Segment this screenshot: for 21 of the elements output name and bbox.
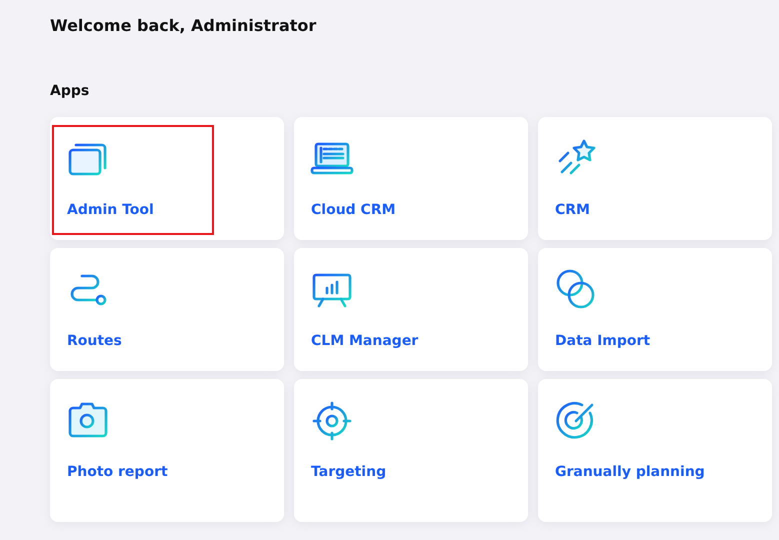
app-card[interactable]: Granually planning	[538, 379, 772, 522]
app-name: Granually planning	[555, 464, 705, 480]
app-name: Targeting	[311, 464, 386, 480]
app-card[interactable]: Routes	[50, 248, 284, 371]
app-name: CLM Manager	[311, 333, 418, 349]
app-card[interactable]: CRM	[538, 117, 772, 240]
app-name: CRM	[555, 202, 590, 218]
app-name: Cloud CRM	[311, 202, 396, 218]
app-card[interactable]: Photo report	[50, 379, 284, 522]
app-name: Photo report	[67, 464, 168, 480]
welcome-heading: Welcome back, Administrator	[50, 16, 318, 35]
app-card[interactable]: CLM Manager	[294, 248, 528, 371]
app-card[interactable]: Data Import	[538, 248, 772, 371]
app-card[interactable]: Cloud CRM	[294, 117, 528, 240]
app-name: Admin Tool	[67, 202, 154, 218]
app-name: Data Import	[555, 333, 650, 349]
app-card[interactable]: Admin Tool	[50, 117, 284, 240]
app-card[interactable]: Targeting	[294, 379, 528, 522]
section-title: Apps	[50, 83, 90, 99]
app-name: Routes	[67, 333, 122, 349]
crosshair-icon	[310, 399, 354, 443]
